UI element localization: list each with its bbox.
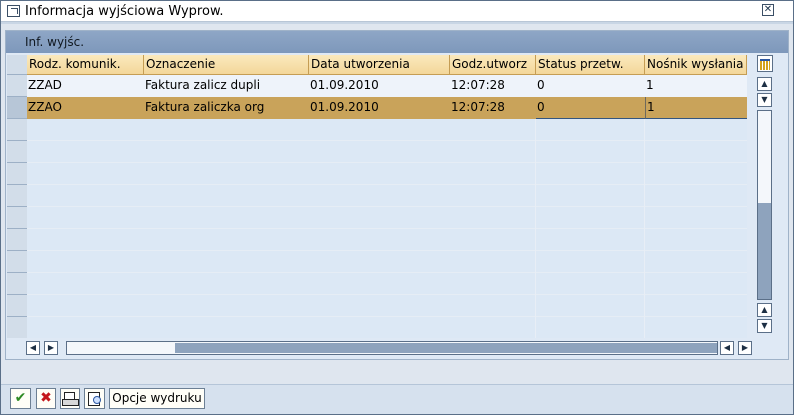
row-selector[interactable] bbox=[7, 229, 27, 251]
empty-row bbox=[27, 229, 747, 251]
empty-row bbox=[27, 273, 747, 295]
empty-row bbox=[27, 119, 747, 141]
table-row-selected[interactable]: ZZAO Faktura zaliczka org 01.09.2010 12:… bbox=[27, 97, 747, 119]
row-selector[interactable] bbox=[7, 273, 27, 295]
scroll-first-button[interactable]: ▶ bbox=[44, 341, 58, 355]
empty-row bbox=[27, 163, 747, 185]
print-preview-icon[interactable] bbox=[84, 388, 105, 409]
row-selector[interactable] bbox=[7, 207, 27, 229]
print-options-button[interactable]: Opcje wydruku bbox=[109, 388, 205, 409]
row-selector-1[interactable] bbox=[7, 75, 27, 97]
table-config-icon[interactable] bbox=[757, 55, 773, 72]
empty-row bbox=[27, 251, 747, 273]
scroll-down-button[interactable]: ▼ bbox=[757, 93, 772, 107]
cancel-button[interactable]: ✖ bbox=[36, 388, 56, 409]
row-selector[interactable] bbox=[7, 119, 27, 141]
empty-row bbox=[27, 317, 747, 338]
row-selector[interactable] bbox=[7, 141, 27, 163]
scroll-last-button[interactable]: ◀ bbox=[720, 341, 734, 355]
cell-created-date[interactable]: 01.09.2010 bbox=[309, 75, 450, 97]
scroll-right-button[interactable]: ▶ bbox=[738, 341, 752, 355]
window-title: Informacja wyjściowa Wyprow. bbox=[25, 4, 224, 19]
close-button[interactable]: ✕ bbox=[762, 4, 774, 16]
horizontal-scrollbar[interactable]: ◀ ▶ ◀ ▶ bbox=[26, 341, 759, 357]
row-selector[interactable] bbox=[7, 185, 27, 207]
output-panel: Inf. wyjśc. Rodz. komunik. Oznaczenie Da… bbox=[5, 30, 789, 360]
column-header-description[interactable]: Oznaczenie bbox=[144, 55, 309, 75]
scroll-up-button[interactable]: ▲ bbox=[757, 77, 772, 91]
horizontal-scroll-track[interactable] bbox=[66, 341, 718, 355]
output-table: Rodz. komunik. Oznaczenie Data utworzeni… bbox=[7, 55, 747, 338]
cell-description[interactable]: Faktura zaliczka org bbox=[144, 97, 309, 119]
vertical-scrollbar[interactable]: ▲ ▼ ▲ ▼ bbox=[757, 55, 773, 337]
panel-title: Inf. wyjśc. bbox=[25, 35, 85, 49]
row-selector[interactable] bbox=[7, 295, 27, 317]
scroll-thumb[interactable] bbox=[758, 203, 771, 299]
cell-processing-status[interactable]: 0 bbox=[536, 97, 645, 119]
column-header-created-date[interactable]: Data utworzenia bbox=[309, 55, 450, 75]
output-dialog: Informacja wyjściowa Wyprow. ✕ Inf. wyjś… bbox=[0, 0, 794, 415]
column-header-created-time[interactable]: Godz.utworz bbox=[450, 55, 536, 75]
cell-created-time[interactable]: 12:07:28 bbox=[450, 75, 536, 97]
empty-row bbox=[27, 141, 747, 163]
scroll-left-button[interactable]: ◀ bbox=[26, 341, 40, 355]
confirm-button[interactable]: ✔ bbox=[10, 388, 31, 409]
printer-icon bbox=[62, 392, 79, 406]
scroll-page-up-button[interactable]: ▲ bbox=[757, 303, 772, 317]
column-header-processing-status[interactable]: Status przetw. bbox=[536, 55, 645, 75]
cell-created-time[interactable]: 12:07:28 bbox=[450, 97, 536, 119]
row-selector[interactable] bbox=[7, 317, 27, 338]
row-selector-column bbox=[7, 55, 27, 338]
row-selector[interactable] bbox=[7, 251, 27, 273]
empty-row bbox=[27, 207, 747, 229]
scroll-page-down-button[interactable]: ▼ bbox=[757, 319, 772, 333]
cell-transmission-medium[interactable]: 1 bbox=[645, 97, 747, 119]
dialog-toolbar: ✔ ✖ Opcje wydruku bbox=[1, 384, 793, 414]
column-header-message-type[interactable]: Rodz. komunik. bbox=[27, 55, 144, 75]
empty-row bbox=[27, 295, 747, 317]
table-row[interactable]: ZZAD Faktura zalicz dupli 01.09.2010 12:… bbox=[27, 75, 747, 97]
print-button[interactable] bbox=[60, 388, 80, 409]
cell-processing-status[interactable]: 0 bbox=[536, 75, 645, 97]
title-separator bbox=[1, 22, 793, 24]
empty-row bbox=[27, 185, 747, 207]
table-header: Rodz. komunik. Oznaczenie Data utworzeni… bbox=[27, 55, 747, 75]
horizontal-scroll-thumb[interactable] bbox=[175, 343, 717, 353]
cell-message-type[interactable]: ZZAO bbox=[27, 97, 144, 119]
row-selector-2[interactable] bbox=[7, 97, 27, 119]
cell-transmission-medium[interactable]: 1 bbox=[645, 75, 747, 97]
cell-description[interactable]: Faktura zalicz dupli bbox=[144, 75, 309, 97]
panel-header: Inf. wyjśc. bbox=[6, 31, 788, 53]
select-all-cell[interactable] bbox=[7, 55, 27, 75]
row-selector[interactable] bbox=[7, 163, 27, 185]
scroll-track[interactable] bbox=[757, 110, 772, 300]
window-icon bbox=[7, 5, 20, 17]
column-header-transmission-medium[interactable]: Nośnik wysłania bbox=[645, 55, 747, 75]
cell-created-date[interactable]: 01.09.2010 bbox=[309, 97, 450, 119]
title-bar: Informacja wyjściowa Wyprow. ✕ bbox=[1, 1, 793, 22]
cell-message-type[interactable]: ZZAD bbox=[27, 75, 144, 97]
